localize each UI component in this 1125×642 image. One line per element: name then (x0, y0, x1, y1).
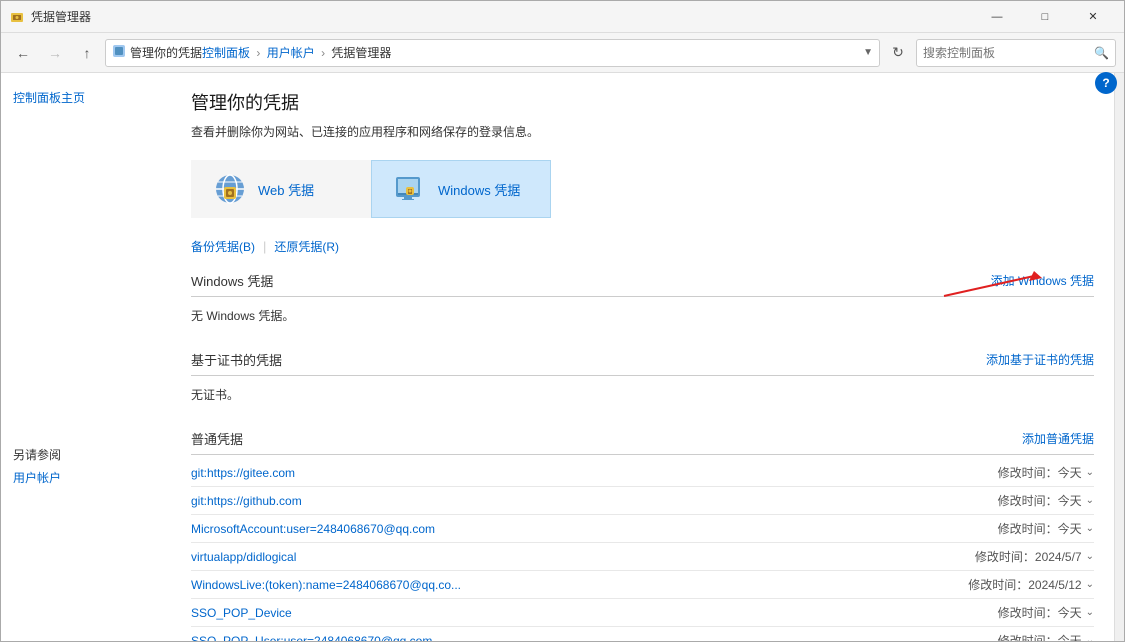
cert-cred-header: 基于证书的凭据 添加基于证书的凭据 (191, 344, 1094, 376)
generic-cred-header: 普通凭据 添加普通凭据 (191, 423, 1094, 455)
page-title: 管理你的凭据 (191, 89, 1094, 115)
web-credentials-icon (212, 171, 248, 207)
scrollbar-panel[interactable] (1114, 73, 1124, 641)
credential-type-tabs: Web 凭据 Windows 凭据 (191, 160, 1094, 218)
backup-link[interactable]: 备份凭据(B) (191, 238, 255, 255)
minimize-button[interactable]: — (974, 1, 1020, 33)
title-bar-controls: — □ ✕ (974, 1, 1116, 33)
cred-item-name[interactable]: MicrosoftAccount:user=2484068670@qq.com (191, 522, 435, 536)
cred-item-date: 修改时间：今天 (998, 464, 1082, 481)
add-cert-cred-link[interactable]: 添加基于证书的凭据 (986, 351, 1094, 368)
cert-cred-empty: 无证书。 (191, 380, 1094, 413)
title-bar-text: 凭据管理器 (31, 8, 974, 25)
cred-item-date: 修改时间：今天 (998, 520, 1082, 537)
chevron-down-icon: ⌄ (1086, 551, 1094, 562)
action-sep: | (263, 239, 266, 254)
cred-item-right: 修改时间：今天 ⌄ (998, 520, 1094, 537)
arrow-annotation (934, 266, 1054, 306)
generic-cred-list: git:https://gitee.com 修改时间：今天 ⌄ git:http… (191, 459, 1094, 641)
generic-cred-title: 普通凭据 (191, 429, 243, 448)
cred-item-name[interactable]: SSO_POP_Device (191, 606, 292, 620)
tab-web-label: Web 凭据 (258, 180, 314, 199)
main-area: 控制面板主页 另请参阅 用户帐户 管理你的凭据 查看并删除你为网站、已连接的应用… (1, 73, 1124, 641)
chevron-down-icon: ⌄ (1086, 467, 1094, 478)
help-button[interactable]: ? (1095, 73, 1117, 94)
search-input[interactable] (923, 46, 1090, 60)
add-generic-cred-link[interactable]: 添加普通凭据 (1022, 430, 1094, 447)
cred-item-right: 修改时间：今天 ⌄ (998, 604, 1094, 621)
sidebar-user-accounts-link[interactable]: 用户帐户 (13, 469, 159, 486)
title-bar: 凭据管理器 — □ ✕ (1, 1, 1124, 33)
breadcrumb: 管理你的凭据 控制面板 › 用户帐户 › 凭据管理器 ▼ (105, 39, 880, 67)
forward-button[interactable]: → (41, 39, 69, 67)
breadcrumb-icon (112, 44, 126, 61)
chevron-down-icon: ⌄ (1086, 607, 1094, 618)
cred-item-right: 修改时间：2024/5/12 ⌄ (968, 576, 1094, 593)
cred-item-name[interactable]: git:https://github.com (191, 494, 302, 508)
maximize-button[interactable]: □ (1022, 1, 1068, 33)
cert-cred-title: 基于证书的凭据 (191, 350, 282, 369)
cred-item-right: 修改时间：今天 ⌄ (998, 464, 1094, 481)
chevron-down-icon: ⌄ (1086, 635, 1094, 641)
back-button[interactable]: ← (9, 39, 37, 67)
page-desc: 查看并删除你为网站、已连接的应用程序和网络保存的登录信息。 (191, 123, 1094, 140)
sidebar: 控制面板主页 另请参阅 用户帐户 (1, 73, 171, 641)
cred-item-date: 修改时间：2024/5/7 (975, 548, 1082, 565)
cred-item-date: 修改时间：2024/5/12 (968, 576, 1081, 593)
cred-item-date: 修改时间：今天 (998, 632, 1082, 641)
tab-windows-credentials[interactable]: Windows 凭据 (371, 160, 551, 218)
tab-web-credentials[interactable]: Web 凭据 (191, 160, 371, 218)
cred-item-name[interactable]: git:https://gitee.com (191, 466, 295, 480)
breadcrumb-full: 控制面板 › 用户帐户 › 凭据管理器 (202, 44, 391, 61)
cert-cred-section: 基于证书的凭据 添加基于证书的凭据 无证书。 (191, 344, 1094, 413)
cred-item-date: 修改时间：今天 (998, 604, 1082, 621)
search-icon: 🔍 (1094, 46, 1109, 60)
sidebar-home-link[interactable]: 控制面板主页 (13, 89, 159, 106)
breadcrumb-current: 凭据管理器 (331, 46, 391, 60)
breadcrumb-cp[interactable]: 控制面板 (202, 46, 250, 60)
backup-restore-bar: 备份凭据(B) | 还原凭据(R) (191, 238, 1094, 255)
sidebar-see-also-title: 另请参阅 (13, 446, 159, 463)
tab-windows-label: Windows 凭据 (438, 180, 520, 199)
chevron-down-icon: ⌄ (1086, 495, 1094, 506)
cred-item-right: 修改时间：今天 ⌄ (998, 632, 1094, 641)
cred-item-right: 修改时间：今天 ⌄ (998, 492, 1094, 509)
list-item[interactable]: git:https://gitee.com 修改时间：今天 ⌄ (191, 459, 1094, 487)
breadcrumb-dropdown[interactable]: ▼ (863, 47, 873, 58)
up-button[interactable]: ↑ (73, 39, 101, 67)
cred-item-name[interactable]: virtualapp/didlogical (191, 550, 296, 564)
cred-item-name[interactable]: WindowsLive:(token):name=2484068670@qq.c… (191, 578, 461, 592)
generic-cred-section: 普通凭据 添加普通凭据 git:https://gitee.com 修改时间：今… (191, 423, 1094, 641)
windows-cred-title: Windows 凭据 (191, 271, 273, 290)
breadcrumb-sep2: › (321, 46, 325, 60)
window: 凭据管理器 — □ ✕ ← → ↑ 管理你的凭据 控制面板 › 用户帐户 › 凭… (0, 0, 1125, 642)
breadcrumb-controlpanel[interactable]: 管理你的凭据 (130, 44, 202, 61)
sidebar-see-also: 另请参阅 用户帐户 (13, 446, 159, 486)
cred-item-right: 修改时间：2024/5/7 ⌄ (975, 548, 1094, 565)
chevron-down-icon: ⌄ (1086, 579, 1094, 590)
list-item[interactable]: MicrosoftAccount:user=2484068670@qq.com … (191, 515, 1094, 543)
cred-item-date: 修改时间：今天 (998, 492, 1082, 509)
chevron-down-icon: ⌄ (1086, 523, 1094, 534)
refresh-button[interactable]: ↻ (884, 39, 912, 67)
windows-credentials-icon (392, 171, 428, 207)
address-bar: ← → ↑ 管理你的凭据 控制面板 › 用户帐户 › 凭据管理器 ▼ ↻ 🔍 (1, 33, 1124, 73)
title-bar-icon (9, 9, 25, 25)
list-item[interactable]: git:https://github.com 修改时间：今天 ⌄ (191, 487, 1094, 515)
search-bar: 🔍 (916, 39, 1116, 67)
close-button[interactable]: ✕ (1070, 1, 1116, 33)
breadcrumb-sep1: › (256, 46, 260, 60)
content-area: 管理你的凭据 查看并删除你为网站、已连接的应用程序和网络保存的登录信息。 (171, 73, 1114, 641)
list-item[interactable]: virtualapp/didlogical 修改时间：2024/5/7 ⌄ (191, 543, 1094, 571)
cred-item-name[interactable]: SSO_POP_User:user=2484068670@qq.com (191, 634, 432, 642)
list-item[interactable]: SSO_POP_Device 修改时间：今天 ⌄ (191, 599, 1094, 627)
restore-link[interactable]: 还原凭据(R) (274, 238, 339, 255)
list-item[interactable]: WindowsLive:(token):name=2484068670@qq.c… (191, 571, 1094, 599)
list-item[interactable]: SSO_POP_User:user=2484068670@qq.com 修改时间… (191, 627, 1094, 641)
breadcrumb-user[interactable]: 用户帐户 (267, 46, 315, 60)
